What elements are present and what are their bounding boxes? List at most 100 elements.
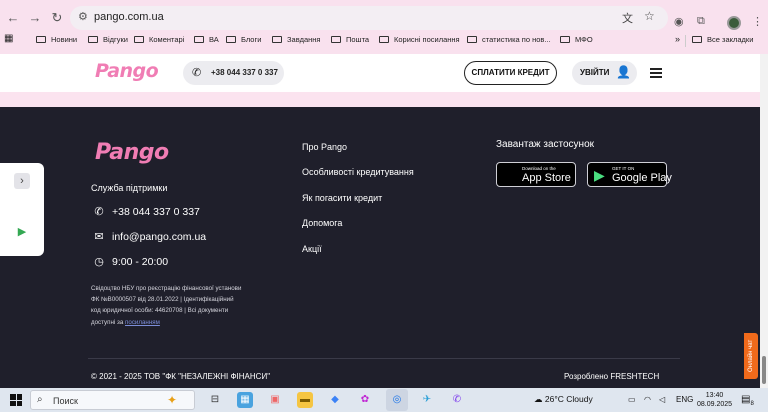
footer-logo[interactable]: Pango [95, 140, 169, 165]
clock[interactable]: 13:40 08.09.2025 [697, 391, 732, 409]
apple-icon[interactable] [14, 196, 30, 212]
bookmark-item[interactable]: Корисні посилання [379, 35, 460, 44]
app-icon-blue[interactable]: ◆ [327, 392, 343, 408]
mail-icon: ✉ [94, 231, 104, 243]
weather-widget[interactable]: ☁ 26°C Cloudy [534, 394, 593, 405]
address-bar-row: ← → ↻ ⚙ pango.com.ua 文 ☆ ◉ ⧉ ⋮ [0, 6, 768, 30]
file-explorer-icon[interactable]: ▬ [297, 392, 313, 408]
footer-divider [88, 358, 680, 359]
scrollbar-thumb[interactable] [762, 356, 766, 384]
battery-icon[interactable]: ▭ [628, 395, 636, 404]
search-placeholder: Поиск [53, 396, 78, 406]
translate-icon[interactable]: 文 [622, 10, 633, 26]
developed-by[interactable]: Розроблено FRESHTECH [564, 372, 659, 381]
windows-taskbar: ⌕ Поиск ✦ ⊟ ▦ ▣ ▬ ◆ ✿ ◎ ✈ ✆ ☁ 26°C Cloud… [0, 388, 768, 412]
forward-arrow-icon[interactable]: → [26, 9, 44, 27]
clock-icon: ◷ [94, 256, 104, 268]
folder-icon [560, 36, 570, 43]
bookmark-item[interactable]: ВА [194, 35, 219, 44]
camera-icon[interactable]: ◉ [674, 15, 684, 28]
windows-start-icon[interactable] [10, 394, 22, 406]
taskbar-search[interactable]: ⌕ Поиск ✦ [30, 390, 195, 410]
bookmark-item[interactable]: статистика по нов... [467, 35, 551, 44]
language-indicator[interactable]: ENG [676, 395, 693, 404]
hamburger-menu-icon[interactable] [650, 68, 662, 78]
footer-phone[interactable]: ✆ +38 044 337 0 337 [92, 205, 200, 218]
login-button[interactable]: УВІЙТИ 👤 [572, 61, 637, 85]
site-footer: Pango Служба підтримки ✆ +38 044 337 0 33… [0, 107, 768, 388]
chrome-icon[interactable]: ◎ [389, 392, 405, 408]
bookmark-star-icon[interactable]: ☆ [644, 9, 655, 23]
more-bookmarks-chevron-icon[interactable]: » [675, 34, 680, 44]
footer-email[interactable]: ✉ info@pango.com.ua [92, 230, 206, 243]
footer-hours-text: 9:00 - 20:00 [112, 256, 169, 268]
bookmark-item[interactable]: Блоги [226, 35, 261, 44]
notification-count: 8 [750, 401, 754, 407]
footer-link-help[interactable]: Допомога [302, 218, 342, 228]
menu-dots-icon[interactable]: ⋮ [752, 15, 763, 28]
telegram-icon[interactable]: ✈ [419, 392, 435, 408]
google-play-icon[interactable]: ▶ [14, 224, 30, 240]
app-download-widget: › ▶ [0, 163, 44, 256]
scrollbar-track[interactable] [760, 54, 768, 388]
online-chat-tab[interactable]: Онлайн чат [744, 333, 758, 379]
pay-credit-button[interactable]: СПЛАТИТИ КРЕДИТ [464, 61, 557, 85]
site-header: Pango ✆ +38 044 337 0 337 СПЛАТИТИ КРЕДИ… [0, 54, 768, 92]
search-highlight-icon: ✦ [167, 393, 178, 407]
apps-grid-icon[interactable]: ▦ [4, 33, 13, 44]
bookmark-label: ВА [209, 35, 219, 44]
all-bookmarks[interactable]: Все закладки [692, 35, 753, 44]
cloud-icon: ☁ [534, 394, 543, 404]
license-link[interactable]: посиланням [125, 319, 160, 326]
license-text: Свідоцтво НБУ про реєстрацію фінансової … [91, 283, 243, 328]
wifi-icon[interactable]: ◠ [644, 395, 651, 404]
folder-icon [36, 36, 46, 43]
bookmark-label: МФО [575, 35, 593, 44]
license-body: Свідоцтво НБУ про реєстрацію фінансової … [91, 285, 242, 326]
footer-link-repay[interactable]: Як погасити кредит [302, 193, 382, 203]
footer-link-about[interactable]: Про Pango [302, 142, 347, 152]
footer-link-features[interactable]: Особливості кредитування [302, 167, 414, 177]
copyright: © 2021 - 2025 ТОВ "ФК "НЕЗАЛЕЖНІ ФІНАНСИ… [91, 372, 271, 381]
folder-icon [134, 36, 144, 43]
google-play-badge[interactable]: ▶ GET IT ON Google Play [587, 162, 672, 187]
bookmark-item[interactable]: МФО [560, 35, 593, 44]
url-text[interactable]: pango.com.ua [94, 11, 164, 23]
bookmarks-bar: ▦ Новини Відгуки Коментарі ВА Блоги Завд… [0, 33, 768, 51]
app-store-big: App Store [522, 172, 571, 184]
header-logo[interactable]: Pango [95, 60, 159, 82]
search-icon: ⌕ [37, 394, 43, 405]
task-view-icon[interactable]: ⊟ [207, 392, 223, 408]
bookmark-item[interactable]: Завдання [272, 35, 321, 44]
phone-button[interactable]: ✆ +38 044 337 0 337 [183, 61, 284, 85]
footer-link-promos[interactable]: Акції [302, 244, 322, 254]
bookmark-label: Блоги [241, 35, 262, 44]
viber-icon[interactable]: ✆ [449, 392, 465, 408]
bookmark-item[interactable]: Коментарі [134, 35, 184, 44]
app-icon-red[interactable]: ▣ [267, 392, 283, 408]
omnibox[interactable]: ⚙ pango.com.ua 文 ☆ [70, 6, 668, 30]
bookmark-label: Завдання [287, 35, 321, 44]
store-app-icon[interactable]: ▦ [237, 392, 253, 408]
reload-icon[interactable]: ↻ [48, 9, 66, 27]
volume-icon[interactable]: ◁ [659, 395, 665, 404]
bookmark-item[interactable]: Пошта [331, 35, 369, 44]
chevron-right-icon[interactable]: › [14, 173, 30, 189]
google-play-icon: ▶ [594, 167, 605, 183]
bookmark-item[interactable]: Новини [36, 35, 77, 44]
bookmark-item[interactable]: Відгуки [88, 35, 128, 44]
extensions-icon[interactable]: ⧉ [697, 15, 705, 28]
back-arrow-icon[interactable]: ← [4, 9, 22, 27]
bookmark-label: Новини [51, 35, 78, 44]
app-store-badge[interactable]: Download on the App Store [496, 162, 576, 187]
footer-hours: ◷ 9:00 - 20:00 [92, 255, 168, 268]
copilot-icon[interactable]: ✿ [357, 392, 373, 408]
notification-icon[interactable]: ▤8 [741, 394, 754, 407]
footer-phone-text: +38 044 337 0 337 [112, 206, 200, 218]
profile-avatar[interactable] [727, 16, 741, 30]
site-info-icon[interactable]: ⚙ [78, 10, 88, 23]
phone-icon: ✆ [94, 206, 104, 218]
folder-icon [692, 36, 702, 43]
bookmark-label: Пошта [346, 35, 370, 44]
bookmark-label: статистика по нов... [482, 35, 551, 44]
